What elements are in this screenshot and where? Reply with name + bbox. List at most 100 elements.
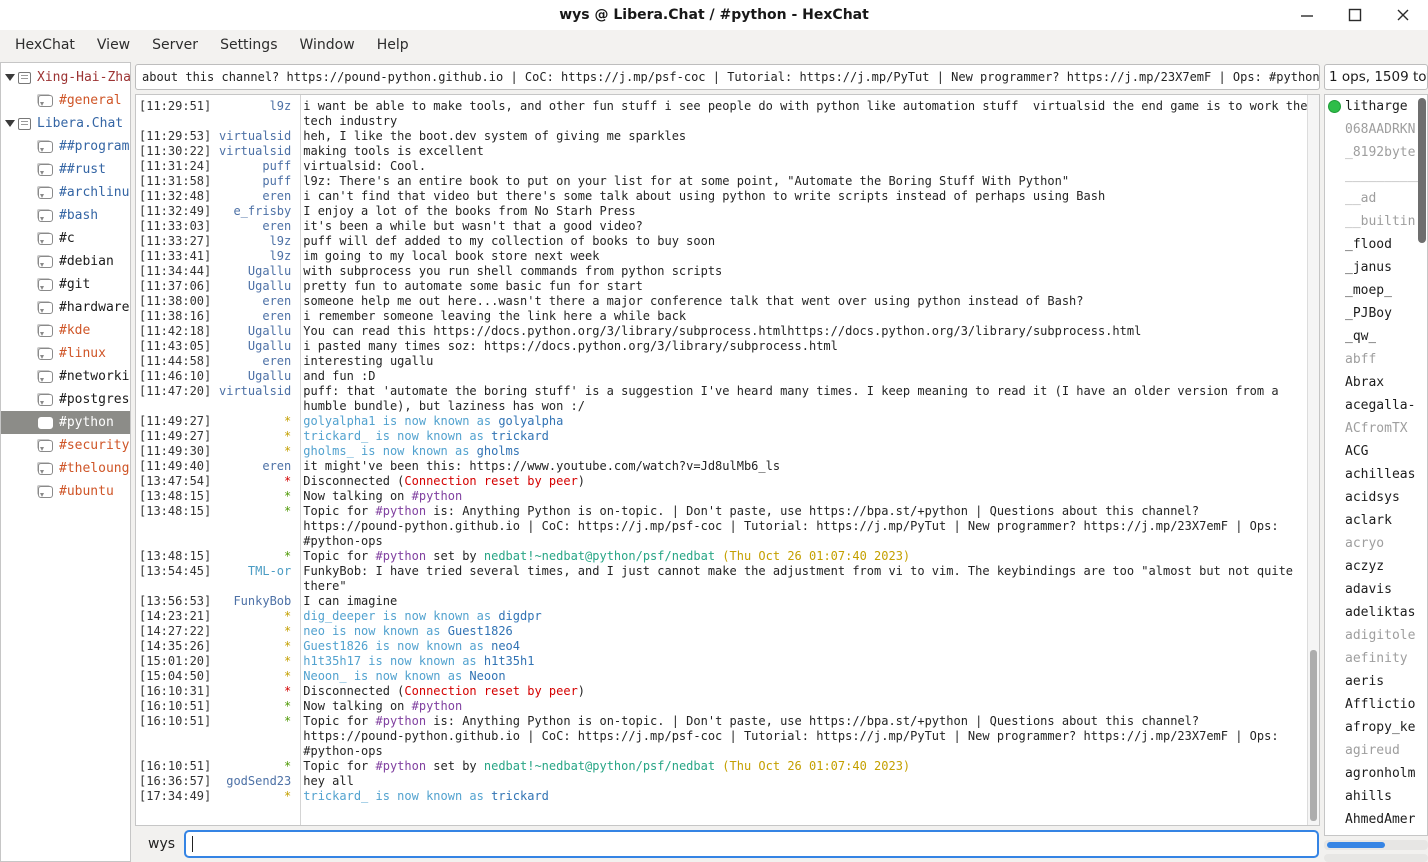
nick[interactable]: TML-or [211,564,297,579]
nick[interactable]: l9z [211,234,297,249]
sidebar-item-ubuntu[interactable]: #ubuntu [1,480,130,503]
userlist-item-moep[interactable]: _moep_ [1325,279,1427,302]
expander-icon[interactable] [5,120,15,127]
userlist-item-item[interactable]: __________ [1325,164,1427,187]
userlist-item-agronholm[interactable]: agronholm [1325,762,1427,785]
sidebar-item-security[interactable]: #security [1,434,130,457]
expander-icon[interactable] [5,74,15,81]
sidebar-item-programming[interactable]: ##programming [1,135,130,158]
nick[interactable]: e_frisby [211,204,297,219]
nick[interactable]: virtualsid [211,384,297,399]
sidebar-item-python[interactable]: #python [1,411,130,434]
nick[interactable]: virtualsid [211,144,297,159]
nick[interactable]: eren [211,294,297,309]
user-nick: Afflictio [1345,697,1415,712]
minimize-button[interactable] [1294,2,1320,28]
nick[interactable]: Ugallu [211,324,297,339]
nick[interactable]: puff [211,174,297,189]
nick[interactable]: virtualsid [211,129,297,144]
userlist-item-8192byte[interactable]: _8192byte [1325,141,1427,164]
message-link[interactable]: https://docs.python.org/3/library/subpro… [484,339,838,353]
userlist-item-ad[interactable]: __ad [1325,187,1427,210]
userlist-item-achilleas[interactable]: achilleas [1325,463,1427,486]
sidebar-item-c[interactable]: #c [1,227,130,250]
userlist-item-aeris[interactable]: aeris [1325,670,1427,693]
userlist-item-adeliktas[interactable]: adeliktas [1325,601,1427,624]
userlist-item-adigitole[interactable]: adigitole [1325,624,1427,647]
nick[interactable]: eren [211,189,297,204]
menu-item-settings[interactable]: Settings [209,34,288,56]
close-button[interactable] [1390,2,1416,28]
message-text: h1t35h17 is now known as h1t35h1 [297,654,1308,669]
userlist-item-068aadrkn[interactable]: 068AADRKN [1325,118,1427,141]
nick[interactable]: l9z [211,99,297,114]
sidebar-item-rust[interactable]: ##rust [1,158,130,181]
userlist-scrollbar-thumb[interactable] [1418,98,1426,243]
message-text: it's been a while but wasn't that a good… [297,219,1308,234]
sidebar-item-archlinux[interactable]: #archlinux [1,181,130,204]
own-nick-label[interactable]: wys [148,836,175,852]
sidebar-item-xing-hai-zhang[interactable]: Xing-Hai-Zhang [1,66,130,89]
sidebar-item-postgresql[interactable]: #postgresql [1,388,130,411]
menu-item-help[interactable]: Help [366,34,420,56]
userlist-item-litharge[interactable]: litharge [1325,95,1427,118]
menu-item-hexchat[interactable]: HexChat [4,34,86,56]
userlist-item-ahmedamer[interactable]: AhmedAmer [1325,808,1427,831]
nick[interactable]: eren [211,459,297,474]
userlist-item-aczyz[interactable]: aczyz [1325,555,1427,578]
nick[interactable]: puff [211,159,297,174]
message-input[interactable] [184,830,1319,858]
sidebar-item-libera-chat[interactable]: Libera.Chat [1,112,130,135]
nick[interactable]: l9z [211,249,297,264]
userlist-item-acfromtx[interactable]: ACfromTX [1325,417,1427,440]
userlist-item-acg[interactable]: ACG [1325,440,1427,463]
message-link[interactable]: https://www.youtube.com/watch?v=Jd8ulMb6… [469,459,780,473]
userlist-item-abrax[interactable]: Abrax [1325,371,1427,394]
userlist-item-flood[interactable]: _flood [1325,233,1427,256]
sidebar-item-networking[interactable]: #networking [1,365,130,388]
message-link[interactable]: https://docs.python.org/3/library/subpro… [433,324,1141,338]
sidebar-item-git[interactable]: #git [1,273,130,296]
nick[interactable]: eren [211,354,297,369]
event-star: * [211,624,297,639]
chat-line: [13:48:15]*Topic for #python is: Anythin… [139,504,1308,549]
userlist-item-afflictio[interactable]: Afflictio [1325,693,1427,716]
userlist-item-ahills[interactable]: ahills [1325,785,1427,808]
menu-item-view[interactable]: View [86,34,141,56]
menu-item-server[interactable]: Server [141,34,209,56]
userlist-item-afropy-ke[interactable]: afropy_ke [1325,716,1427,739]
userlist-item-agireud[interactable]: agireud [1325,739,1427,762]
nick[interactable]: eren [211,219,297,234]
sidebar-item-bash[interactable]: #bash [1,204,130,227]
nick[interactable]: Ugallu [211,264,297,279]
sidebar-item-general[interactable]: #general [1,89,130,112]
userlist-item-aefinity[interactable]: aefinity [1325,647,1427,670]
userlist-hscrollbar-thumb[interactable] [1327,842,1385,848]
userlist-item-janus[interactable]: _janus [1325,256,1427,279]
menu-item-window[interactable]: Window [288,34,365,56]
topic-bar[interactable]: about this channel? https://pound-python… [135,64,1320,90]
userlist-item-acryo[interactable]: acryo [1325,532,1427,555]
maximize-button[interactable] [1342,2,1368,28]
userlist-item-builtin[interactable]: __builtin [1325,210,1427,233]
nick[interactable]: Ugallu [211,279,297,294]
userlist-item-acidsys[interactable]: acidsys [1325,486,1427,509]
sidebar-item-hardware[interactable]: #hardware [1,296,130,319]
sidebar-item-kde[interactable]: #kde [1,319,130,342]
nick[interactable]: eren [211,309,297,324]
userlist-item-acegalla[interactable]: acegalla- [1325,394,1427,417]
message-text: You can read this https://docs.python.or… [297,324,1308,339]
nick[interactable]: Ugallu [211,369,297,384]
nick[interactable]: Ugallu [211,339,297,354]
userlist-item-aclark[interactable]: aclark [1325,509,1427,532]
nick[interactable]: godSend23 [211,774,297,789]
sidebar-item-thelounge[interactable]: #thelounge [1,457,130,480]
sidebar-item-debian[interactable]: #debian [1,250,130,273]
sidebar-item-linux[interactable]: #linux [1,342,130,365]
userlist-item-pjboy[interactable]: _PJBoy [1325,302,1427,325]
userlist-item-abff[interactable]: abff [1325,348,1427,371]
userlist-item-adavis[interactable]: adavis [1325,578,1427,601]
userlist-item-qw[interactable]: _qw_ [1325,325,1427,348]
nick[interactable]: FunkyBob [211,594,297,609]
chat-scrollbar-thumb[interactable] [1310,650,1317,822]
